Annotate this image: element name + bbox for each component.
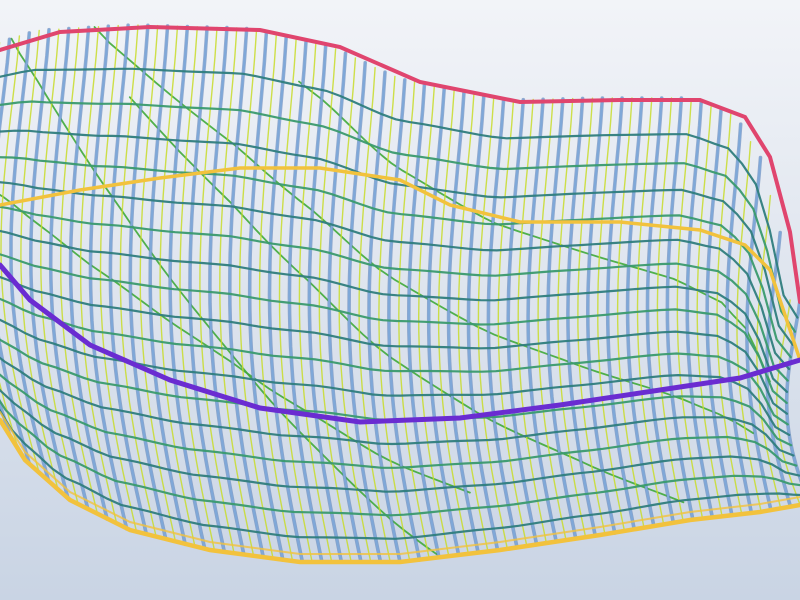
wireframe-canvas[interactable] (0, 0, 800, 600)
3d-viewport[interactable] (0, 0, 800, 600)
